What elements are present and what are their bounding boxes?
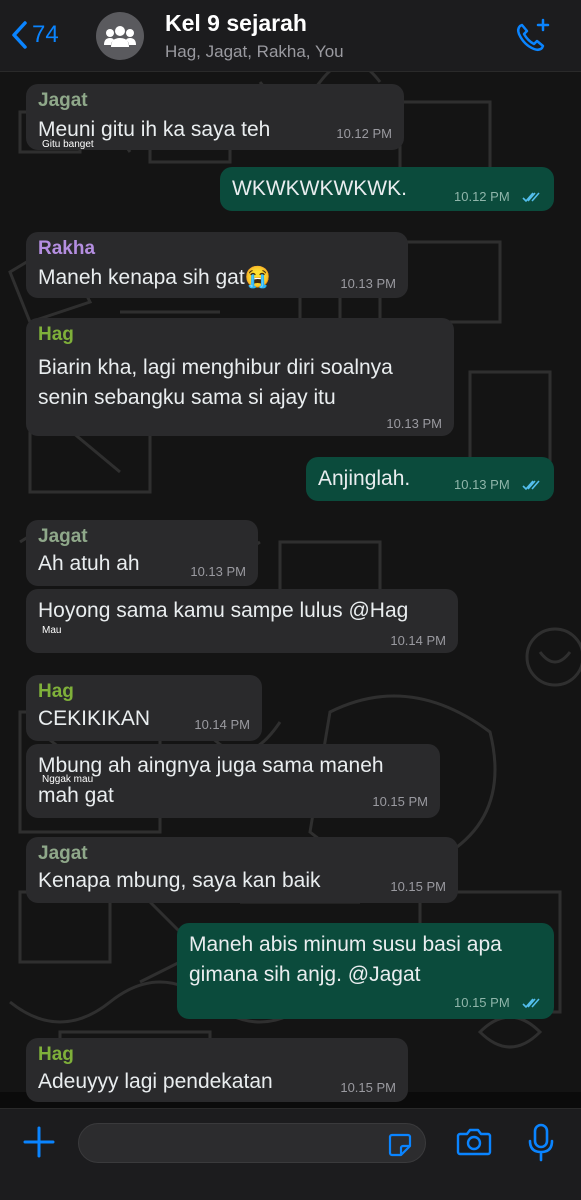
message-bubble[interactable]: Jagat Meuni gitu ih ka saya teh Gitu ban… [26, 84, 404, 150]
message-time: 10.15 PM [372, 794, 428, 809]
message-bubble[interactable]: Anjinglah. 10.13 PM [306, 457, 554, 501]
message-bubble[interactable]: Hag Biarin kha, lagi menghibur diri soal… [26, 318, 454, 436]
message-time: 10.15 PM [454, 995, 510, 1010]
message-time: 10.12 PM [336, 126, 392, 141]
message-bubble[interactable]: Maneh abis minum susu basi apa gimana si… [177, 923, 554, 1019]
message-bubble[interactable]: Hag CEKIKIKAN 10.14 PM [26, 675, 262, 741]
message-text-line: Maneh abis minum susu basi apa [189, 933, 502, 956]
plus-icon [23, 1126, 55, 1158]
sender-name: Hag [38, 324, 74, 345]
message-text: Ah atuh ah [38, 552, 140, 575]
message-text-line: mah gat [38, 784, 114, 807]
unread-count: 74 [32, 21, 59, 48]
message-time: 10.15 PM [390, 879, 446, 894]
call-button[interactable] [512, 18, 552, 59]
message-text-line: senin sebangku sama si ajay itu [38, 386, 336, 409]
chat-members[interactable]: Hag, Jagat, Rakha, You [165, 42, 344, 62]
translation-note: Mau [42, 625, 62, 636]
sticker-button[interactable] [388, 1133, 412, 1162]
group-avatar-icon [104, 26, 136, 47]
message-time: 10.13 PM [454, 477, 510, 492]
sender-name: Hag [38, 1044, 74, 1065]
sender-name: Jagat [38, 90, 88, 111]
message-bubble[interactable]: Rakha Maneh kenapa sih gat😭 10.13 PM [26, 232, 408, 298]
message-bubble[interactable]: Hag Adeuyyy lagi pendekatan 10.15 PM [26, 1038, 408, 1102]
attach-button[interactable] [22, 1125, 56, 1164]
read-ticks-icon [522, 998, 540, 1009]
translation-note: Gitu banget [42, 139, 94, 150]
message-text: Maneh kenapa sih gat😭 [38, 266, 271, 289]
message-text-line: Biarin kha, lagi menghibur diri soalnya [38, 356, 393, 379]
camera-button[interactable] [456, 1127, 492, 1162]
message-text: Adeuyyy lagi pendekatan [38, 1070, 273, 1093]
message-bubble[interactable]: Jagat Ah atuh ah 10.13 PM [26, 520, 258, 586]
message-bubble[interactable]: Hoyong sama kamu sampe lulus @Hag Mau 10… [26, 589, 458, 653]
sender-name: Jagat [38, 526, 88, 547]
message-text-line: gimana sih anjg. @Jagat [189, 963, 421, 986]
message-bubble[interactable]: Mbung ah aingnya juga sama maneh Nggak m… [26, 744, 440, 818]
sender-name: Hag [38, 681, 74, 702]
message-bubble[interactable]: WKWKWKWKWK. 10.12 PM [220, 167, 554, 211]
message-text: Anjinglah. [318, 467, 411, 490]
message-time: 10.12 PM [454, 189, 510, 204]
message-time: 10.14 PM [390, 633, 446, 648]
microphone-icon [528, 1123, 554, 1162]
message-time: 10.14 PM [194, 717, 250, 732]
message-text: CEKIKIKAN [38, 707, 151, 730]
add-call-icon [516, 18, 550, 52]
composer-bar [0, 1108, 581, 1200]
message-time: 10.13 PM [386, 416, 442, 431]
microphone-button[interactable] [528, 1123, 554, 1168]
read-ticks-icon [522, 192, 540, 203]
message-time: 10.15 PM [340, 1080, 396, 1095]
message-time: 10.13 PM [190, 564, 246, 579]
sender-name: Jagat [38, 843, 88, 864]
message-text: Kenapa mbung, saya kan baik [38, 869, 321, 892]
camera-icon [456, 1128, 492, 1156]
message-text: WKWKWKWKWK. [232, 177, 407, 200]
back-button[interactable]: 74 [10, 20, 59, 50]
read-ticks-icon [522, 480, 540, 491]
message-text: Hoyong sama kamu sampe lulus @Hag [38, 599, 409, 622]
message-input[interactable] [78, 1123, 426, 1163]
message-time: 10.13 PM [340, 276, 396, 291]
sender-name: Rakha [38, 238, 96, 259]
chevron-left-icon [12, 21, 27, 49]
chat-title[interactable]: Kel 9 sejarah [165, 10, 307, 37]
chat-header: 74 Kel 9 sejarah Hag, Jagat, Rakha, You [0, 0, 581, 72]
group-avatar[interactable] [96, 12, 144, 60]
message-bubble[interactable]: Jagat Kenapa mbung, saya kan baik 10.15 … [26, 837, 458, 903]
sticker-icon [388, 1133, 412, 1157]
